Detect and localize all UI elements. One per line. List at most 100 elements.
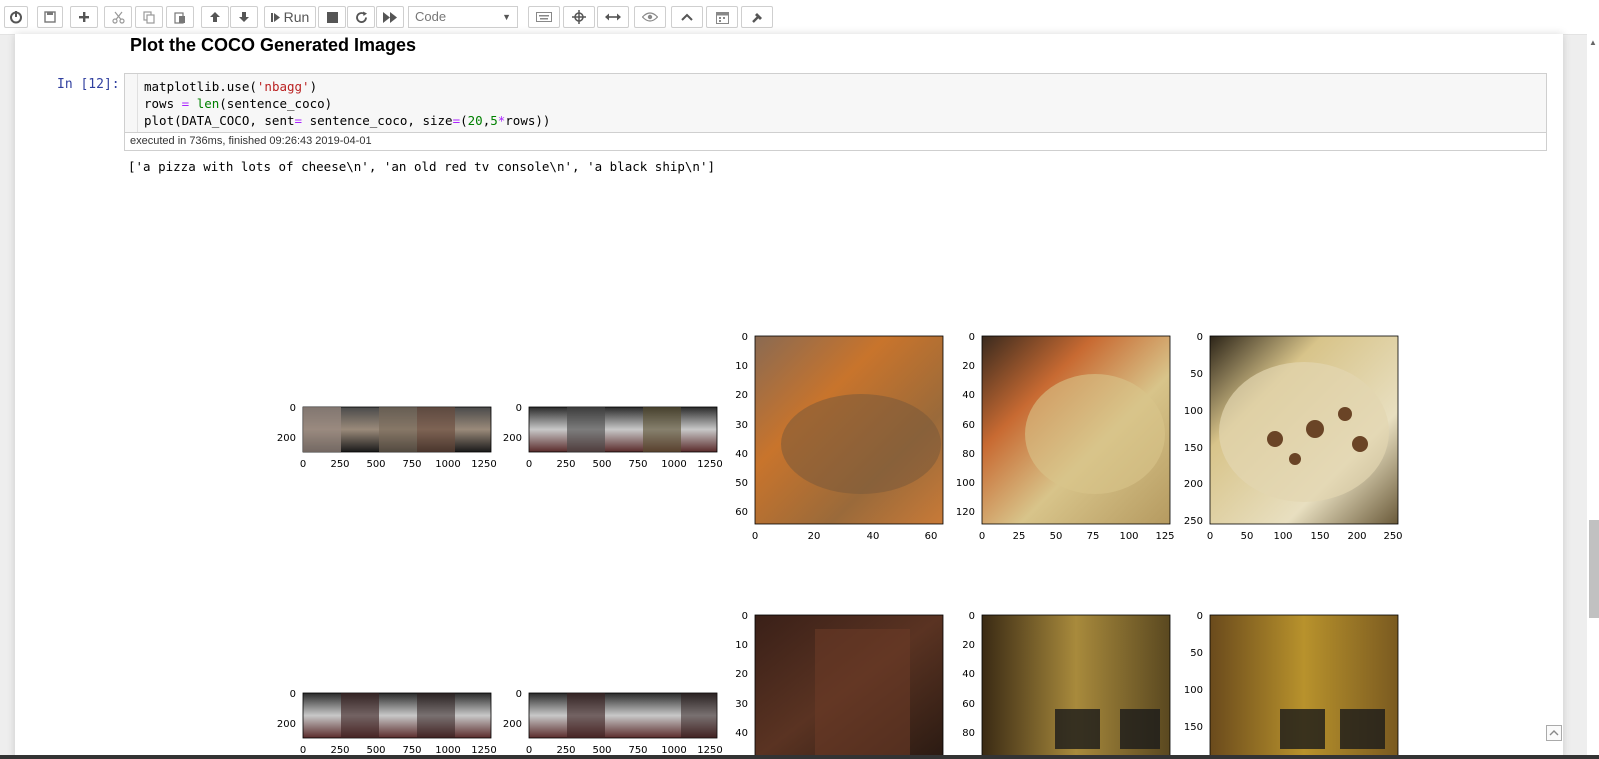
row1-image256-topping bbox=[1267, 431, 1283, 447]
row2-strip1-image bbox=[302, 692, 492, 739]
paste-button[interactable] bbox=[166, 6, 194, 28]
row1-image64-xtick: 20 bbox=[808, 531, 821, 542]
cell-type-select[interactable]: Code ▼ bbox=[408, 6, 518, 28]
row2-image256-chair bbox=[1280, 709, 1325, 749]
row2-strip2-tile bbox=[567, 693, 605, 738]
insert-cell-button[interactable] bbox=[70, 6, 98, 28]
locate-button[interactable] bbox=[563, 6, 595, 28]
row1-image256-topping bbox=[1338, 407, 1352, 421]
row1-strip1-tile bbox=[379, 407, 417, 452]
collapse-button[interactable] bbox=[671, 6, 703, 28]
row1-image128-xtick: 100 bbox=[1119, 531, 1138, 542]
row2-image128-ytick: 40 bbox=[962, 669, 975, 680]
row2-image256-ytick: 150 bbox=[1184, 722, 1203, 733]
row1-strip1-ytick-1: 200 bbox=[277, 433, 296, 444]
row2-image64-ytick: 0 bbox=[742, 611, 748, 622]
row2-strip1-tile bbox=[341, 693, 379, 738]
row1-image256-axes: 0 50 100 150 200 250 0 50 100 150 200 25… bbox=[1184, 332, 1403, 542]
scroll-up-arrow-icon[interactable]: ▲ bbox=[1589, 38, 1597, 47]
row1-strip1-xtick-3: 750 bbox=[402, 459, 421, 470]
row1-image256-xtick: 50 bbox=[1241, 531, 1254, 542]
cut-icon bbox=[111, 11, 125, 24]
power-icon bbox=[10, 11, 22, 24]
row1-image256-topping bbox=[1306, 420, 1324, 438]
row2-strip1-tile bbox=[417, 693, 455, 738]
row1-strip2-xtick-1: 250 bbox=[556, 459, 575, 470]
run-icon bbox=[270, 12, 280, 22]
row1-image128-ytick: 100 bbox=[956, 478, 975, 489]
row1-image64-ytick: 0 bbox=[742, 332, 748, 343]
row2-image128-ytick: 20 bbox=[962, 640, 975, 651]
restart-button[interactable] bbox=[347, 6, 375, 28]
row2-strip2-ytick-1: 200 bbox=[503, 719, 522, 730]
row2-image128-ytick: 60 bbox=[962, 699, 975, 710]
row1-image128-ytick: 40 bbox=[962, 390, 975, 401]
row1-image64-xtick: 0 bbox=[752, 531, 758, 542]
toggle-visibility-button[interactable] bbox=[634, 6, 666, 28]
row1-strip1-axes: 0 200 0 250 500 750 1000 1250 bbox=[277, 403, 497, 470]
row1-image256-xtick: 250 bbox=[1383, 531, 1402, 542]
vertical-scrollbar[interactable] bbox=[1587, 34, 1599, 759]
row1-image256-xtick: 100 bbox=[1273, 531, 1292, 542]
save-icon bbox=[44, 11, 56, 23]
row2-image256-ytick: 50 bbox=[1190, 648, 1203, 659]
row2-image64-ytick: 20 bbox=[735, 669, 748, 680]
toggle-width-button[interactable] bbox=[597, 6, 629, 28]
row2-image256-ytick: 100 bbox=[1184, 685, 1203, 696]
row1-strip2-ytick-1: 200 bbox=[503, 433, 522, 444]
row1-strip2-image bbox=[528, 406, 718, 453]
row1-image64-xtick: 40 bbox=[867, 531, 880, 542]
nbextensions-button[interactable] bbox=[741, 6, 773, 28]
row1-image128-xtick: 125 bbox=[1155, 531, 1174, 542]
restart-icon bbox=[355, 11, 367, 23]
run-label: Run bbox=[283, 9, 310, 25]
row1-image256-ytick: 200 bbox=[1184, 479, 1203, 490]
run-all-button[interactable] bbox=[376, 6, 404, 28]
row2-strip2-tile bbox=[681, 693, 717, 738]
row1-image256-ytick: 250 bbox=[1184, 516, 1203, 527]
row2-image64-door bbox=[815, 629, 910, 759]
row2-image256-ytick: 0 bbox=[1197, 611, 1203, 622]
paste-icon bbox=[174, 11, 185, 24]
command-palette-button[interactable] bbox=[528, 6, 560, 28]
row1-strip1-xtick-4: 1000 bbox=[435, 459, 460, 470]
row1-image128-xtick: 0 bbox=[979, 531, 985, 542]
row2-strip1-axes: 0 200 0 250 500 750 1000 1250 bbox=[277, 689, 497, 756]
bottom-edge bbox=[0, 755, 1599, 759]
arrow-down-icon bbox=[239, 12, 249, 22]
copy-button[interactable] bbox=[135, 6, 163, 28]
row2-image64-ytick: 40 bbox=[735, 728, 748, 739]
cut-button[interactable] bbox=[104, 6, 132, 28]
row2-image256-chair bbox=[1340, 709, 1385, 749]
row1-image64-ytick: 40 bbox=[735, 449, 748, 460]
move-down-button[interactable] bbox=[230, 6, 258, 28]
row1-strip2-xtick-4: 1000 bbox=[661, 459, 686, 470]
row1-image128-ytick: 20 bbox=[962, 361, 975, 372]
row1-image256-ytick: 0 bbox=[1197, 332, 1203, 343]
stop-icon bbox=[326, 11, 338, 23]
row1-image128-ytick: 120 bbox=[956, 507, 975, 518]
move-up-button[interactable] bbox=[201, 6, 229, 28]
eye-icon bbox=[642, 12, 658, 22]
row1-strip1-xtick-0: 0 bbox=[300, 459, 306, 470]
row1-image128-cheese bbox=[1025, 374, 1165, 494]
row1-image256-xtick: 200 bbox=[1347, 531, 1366, 542]
back-to-top-button[interactable] bbox=[1546, 725, 1562, 741]
save-button[interactable] bbox=[37, 6, 63, 28]
row2-strip1-ytick-0: 0 bbox=[290, 689, 296, 700]
row2-image128-chair bbox=[1120, 709, 1160, 749]
row1-image64-ytick: 50 bbox=[735, 478, 748, 489]
row1-strip1-xtick-1: 250 bbox=[330, 459, 349, 470]
interrupt-button[interactable] bbox=[318, 6, 346, 28]
row2-image128-axes: 0 20 40 60 80 bbox=[962, 611, 1171, 759]
notebook-page: Plot the COCO Generated Images In [12]: … bbox=[15, 34, 1563, 759]
row1-image64-axes: 0 10 20 30 40 50 60 0 20 40 60 bbox=[735, 332, 944, 542]
run-button[interactable]: Run bbox=[264, 6, 316, 28]
fast-forward-icon bbox=[383, 11, 397, 23]
row1-image128-xtick: 25 bbox=[1013, 531, 1026, 542]
scrollbar-thumb[interactable] bbox=[1589, 520, 1599, 618]
notebook-toolbar: Run Code ▼ bbox=[0, 0, 1599, 35]
power-button[interactable] bbox=[4, 6, 28, 28]
execute-time-button[interactable] bbox=[706, 6, 738, 28]
row1-image128-ytick: 60 bbox=[962, 420, 975, 431]
